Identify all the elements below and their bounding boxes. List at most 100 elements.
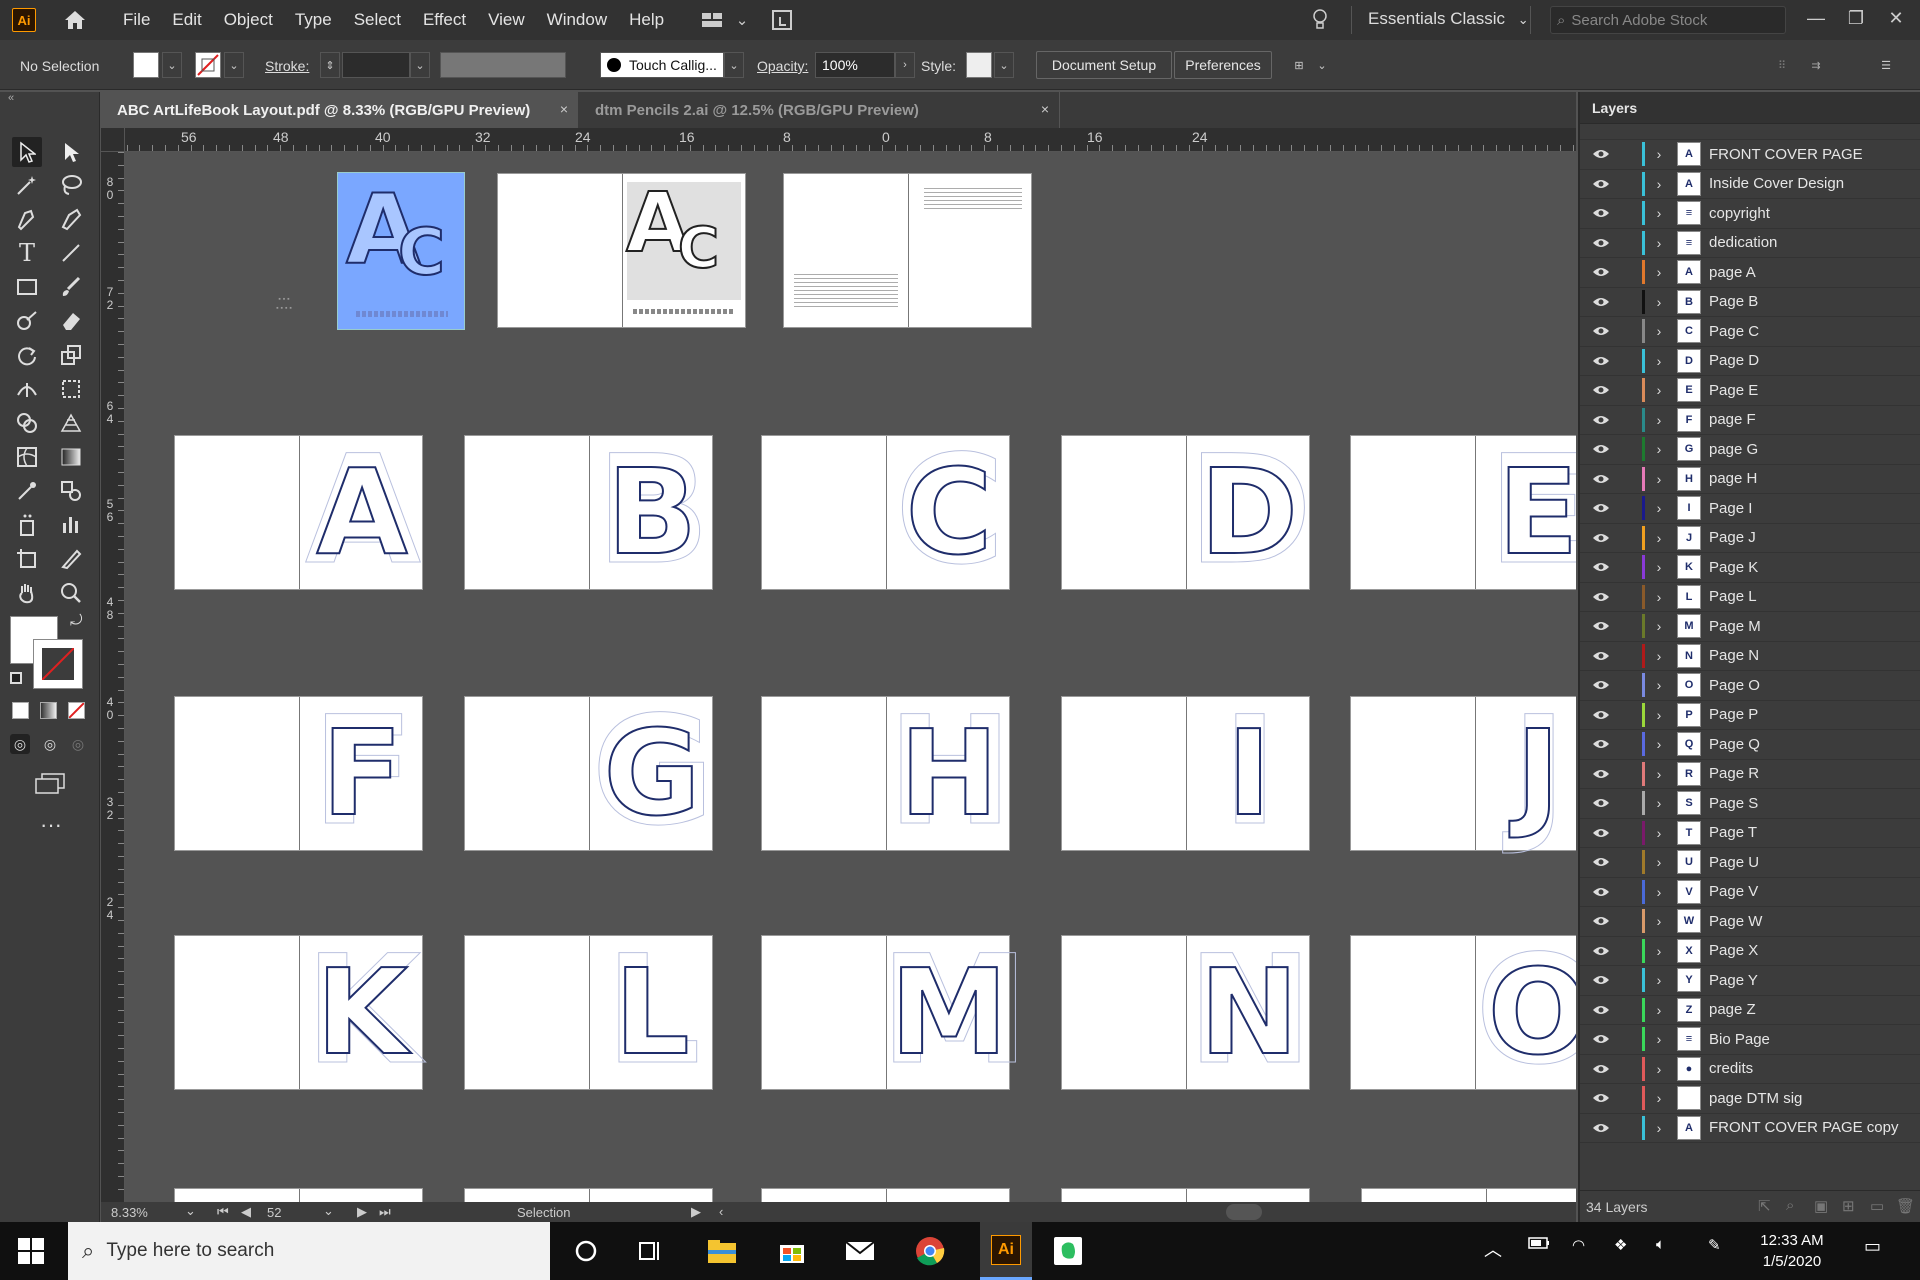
eye-icon[interactable] <box>1590 709 1612 721</box>
eye-icon[interactable] <box>1590 1092 1612 1104</box>
layer-row[interactable]: › Y Page Y <box>1580 966 1920 996</box>
stroke-label[interactable]: Stroke: <box>265 58 309 74</box>
restore-button[interactable]: ❐ <box>1841 4 1871 32</box>
shaper-tool-icon[interactable] <box>12 306 42 336</box>
layer-row[interactable]: › V Page V <box>1580 878 1920 907</box>
eraser-icon[interactable] <box>56 306 86 336</box>
panel-grid-icon[interactable]: ⠿ <box>1772 52 1792 78</box>
chevron-right-icon[interactable]: › <box>1645 176 1673 192</box>
lightbulb-icon[interactable] <box>1305 7 1335 33</box>
chevron-right-icon[interactable]: › <box>1645 854 1673 870</box>
eye-icon[interactable] <box>1590 532 1612 544</box>
chevron-right-icon[interactable]: › <box>1645 353 1673 369</box>
stroke-color-box[interactable] <box>33 639 83 689</box>
layer-row[interactable]: › ≡ dedication <box>1580 229 1920 258</box>
type-tool-icon[interactable]: T <box>12 238 42 268</box>
flyout-icon[interactable]: ⇉ <box>1806 52 1826 78</box>
arrange-documents-icon[interactable] <box>697 7 727 33</box>
chevron-right-icon[interactable]: › <box>1645 323 1673 339</box>
eye-icon[interactable] <box>1590 827 1612 839</box>
direct-selection-tool-icon[interactable] <box>56 137 86 167</box>
stroke-weight-input[interactable] <box>342 52 410 78</box>
spread-page-k[interactable]: KK <box>174 926 423 1097</box>
layer-name[interactable]: Page I <box>1709 500 1752 517</box>
eye-icon[interactable] <box>1590 207 1612 219</box>
layer-row[interactable]: › I Page I <box>1580 494 1920 524</box>
minimize-button[interactable]: — <box>1801 4 1831 32</box>
chevron-right-icon[interactable]: › <box>1645 707 1673 723</box>
spread-page-f[interactable]: FF <box>174 687 423 858</box>
chevron-right-icon[interactable]: › <box>1645 825 1673 841</box>
variable-width-profile[interactable] <box>440 52 566 78</box>
spread-page-m[interactable]: MM <box>761 926 1030 1097</box>
layer-row[interactable]: › Q Page Q <box>1580 730 1920 760</box>
menu-window[interactable]: Window <box>536 10 618 30</box>
layer-name[interactable]: page Z <box>1709 1001 1756 1018</box>
chevron-right-icon[interactable]: › <box>1645 471 1673 487</box>
line-tool-icon[interactable] <box>56 238 86 268</box>
layer-row[interactable]: › L Page L <box>1580 583 1920 612</box>
eye-icon[interactable] <box>1590 178 1612 190</box>
chevron-right-icon[interactable]: › <box>1645 441 1673 457</box>
chevron-right-icon[interactable]: › <box>1645 736 1673 752</box>
eye-icon[interactable] <box>1590 679 1612 691</box>
eyedropper-icon[interactable] <box>12 476 42 506</box>
chevron-right-icon[interactable]: › <box>1645 766 1673 782</box>
layer-row[interactable]: › O Page O <box>1580 671 1920 701</box>
export-icon[interactable]: ⇱ <box>1758 1197 1771 1215</box>
opacity-arrow[interactable]: › <box>895 52 915 78</box>
layer-name[interactable]: page DTM sig <box>1709 1090 1802 1107</box>
layer-row[interactable]: › page DTM sig <box>1580 1084 1920 1114</box>
eye-icon[interactable] <box>1590 768 1612 780</box>
artboard-dropdown[interactable]: ⌄ <box>323 1203 334 1219</box>
zoom-level[interactable]: 8.33% <box>111 1205 148 1220</box>
hand-tool-icon[interactable] <box>12 578 42 608</box>
eye-icon[interactable] <box>1590 473 1612 485</box>
spread-page-b[interactable]: BB <box>464 426 713 597</box>
layer-row[interactable]: › Apage A <box>1580 258 1920 288</box>
layer-row[interactable]: › S Page S <box>1580 789 1920 819</box>
layer-row[interactable]: › ≡ copyright <box>1580 199 1920 229</box>
curvature-tool-icon[interactable] <box>56 204 86 234</box>
chevron-down-icon[interactable]: ⌄ <box>727 7 757 33</box>
spread-partial[interactable] <box>761 1188 1010 1202</box>
menu-file[interactable]: File <box>112 10 161 30</box>
chrome-icon[interactable] <box>910 1231 950 1271</box>
taskbar-search-input[interactable]: ⌕ Type here to search <box>68 1222 550 1280</box>
layer-name[interactable]: Page X <box>1709 942 1758 959</box>
layer-row[interactable]: › P Page P <box>1580 701 1920 730</box>
chevron-right-icon[interactable]: › <box>1645 530 1673 546</box>
chevron-right-icon[interactable]: › <box>1645 795 1673 811</box>
prev-artboard-icon[interactable]: ◀ <box>241 1204 251 1220</box>
battery-icon[interactable] <box>1528 1236 1550 1254</box>
layer-name[interactable]: Page C <box>1709 323 1759 340</box>
draw-inside-icon[interactable]: ◎ <box>68 734 88 754</box>
lasso-icon[interactable] <box>56 170 86 200</box>
spread-page-j[interactable]: JJ <box>1350 687 1576 858</box>
chevron-right-icon[interactable]: › <box>1645 235 1673 251</box>
layer-name[interactable]: FRONT COVER PAGE <box>1709 146 1863 163</box>
notifications-icon[interactable]: ▭ <box>1864 1236 1881 1257</box>
new-layer-icon[interactable]: ▭ <box>1870 1197 1884 1215</box>
layer-row[interactable]: › N Page N <box>1580 642 1920 671</box>
horizontal-scrollbar-thumb[interactable] <box>1226 1204 1262 1220</box>
eye-icon[interactable] <box>1590 591 1612 603</box>
chevron-right-icon[interactable]: › <box>1645 618 1673 634</box>
create-sublayer-icon[interactable]: ⊞ <box>1842 1197 1855 1215</box>
collapse-toolbar-icon[interactable]: « <box>8 92 14 104</box>
chevron-right-icon[interactable]: › <box>1645 500 1673 516</box>
layer-row[interactable]: › ≡ Bio Page <box>1580 1025 1920 1055</box>
layer-name[interactable]: Page D <box>1709 352 1759 369</box>
align-icon[interactable]: ⊞ <box>1286 52 1312 78</box>
panel-menu-icon[interactable]: ☰ <box>1876 52 1896 78</box>
layer-row[interactable]: › B Page B <box>1580 288 1920 317</box>
cortana-icon[interactable] <box>566 1231 606 1271</box>
artboard-tool-icon[interactable] <box>12 544 42 574</box>
layer-name[interactable]: dedication <box>1709 234 1777 251</box>
spread-partial[interactable] <box>1061 1188 1310 1202</box>
layer-row[interactable]: › T Page T <box>1580 819 1920 848</box>
fill-dropdown[interactable]: ⌄ <box>162 52 182 78</box>
layer-name[interactable]: Page M <box>1709 618 1761 635</box>
chevron-right-icon[interactable]: › <box>1645 943 1673 959</box>
next-artboard-icon[interactable]: ▶ <box>357 1204 367 1220</box>
